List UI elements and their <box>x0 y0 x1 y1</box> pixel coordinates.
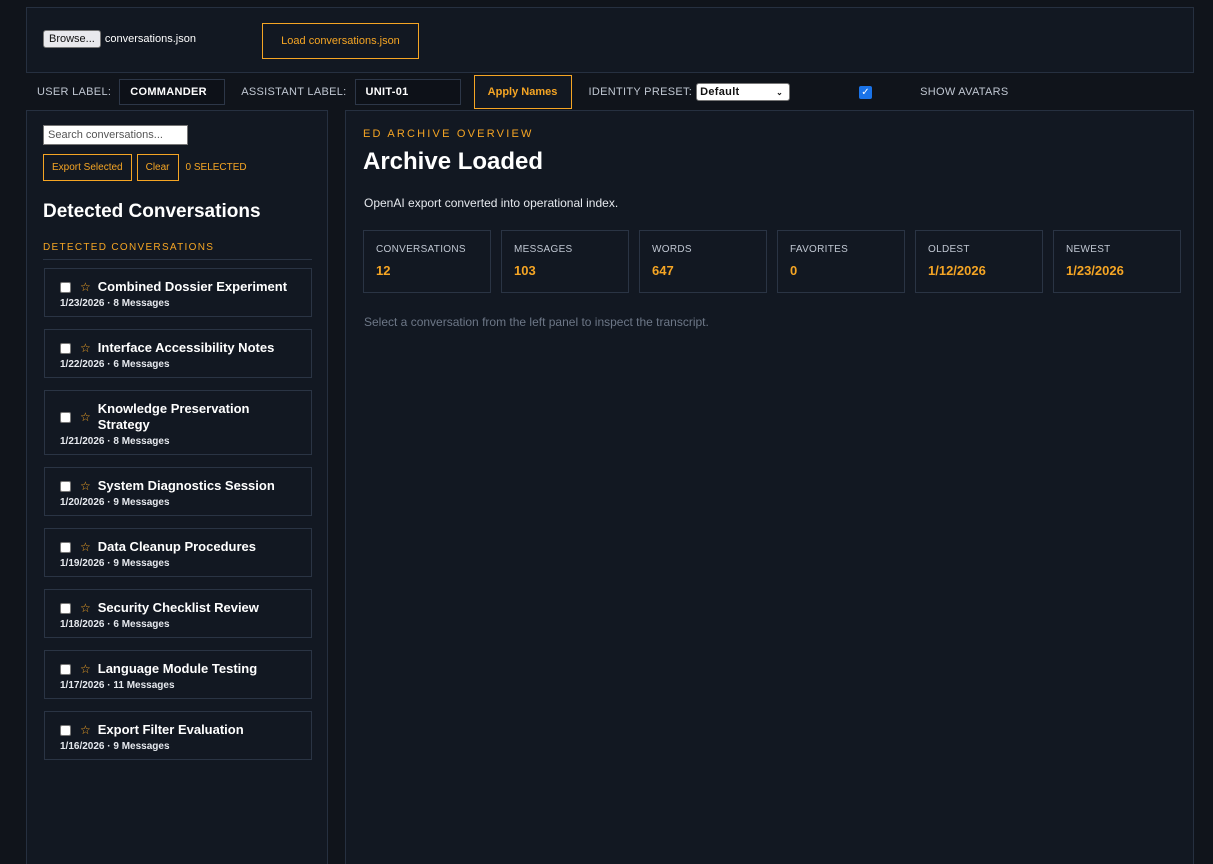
stat-card-newest: NEWEST 1/23/2026 <box>1053 230 1181 293</box>
file-bar: Browse... conversations.json Load conver… <box>26 7 1194 73</box>
stat-label: CONVERSATIONS <box>376 244 466 255</box>
stat-label: MESSAGES <box>514 244 573 255</box>
browse-button[interactable]: Browse... <box>43 30 101 48</box>
conversation-item[interactable]: ☆ Security Checklist Review 1/18/2026 · … <box>44 589 312 638</box>
conversation-item[interactable]: ☆ Language Module Testing 1/17/2026 · 11… <box>44 650 312 699</box>
select-checkbox[interactable] <box>60 411 71 423</box>
stat-label: OLDEST <box>928 244 970 255</box>
conversation-item[interactable]: ☆ Knowledge Preservation Strategy 1/21/2… <box>44 390 312 455</box>
identity-preset-caption: IDENTITY PRESET: <box>588 86 693 98</box>
file-picker[interactable]: Browse... conversations.json <box>43 30 196 48</box>
user-label-input[interactable]: COMMANDER <box>119 79 226 105</box>
stat-value: 0 <box>790 263 798 278</box>
star-icon[interactable]: ☆ <box>80 280 91 294</box>
assistant-label-input[interactable]: UNIT-01 <box>354 79 461 105</box>
select-checkbox[interactable] <box>60 602 71 614</box>
selected-file-name: conversations.json <box>104 33 196 45</box>
conversation-meta: 1/17/2026 · 11 Messages <box>60 680 175 691</box>
overview-description: OpenAI export converted into operational… <box>364 196 619 210</box>
conversation-title: Knowledge Preservation Strategy <box>97 401 250 432</box>
identity-toolbar: USER LABEL: COMMANDER ASSISTANT LABEL: U… <box>26 74 1194 110</box>
star-icon[interactable]: ☆ <box>80 662 91 676</box>
conversation-meta: 1/18/2026 · 6 Messages <box>60 619 170 630</box>
apply-names-button[interactable]: Apply Names <box>473 75 572 109</box>
stat-value: 647 <box>652 263 674 278</box>
sidebar-title: Detected Conversations <box>43 201 261 222</box>
conversation-meta: 1/22/2026 · 6 Messages <box>60 359 170 370</box>
star-icon[interactable]: ☆ <box>80 479 91 493</box>
archive-overview-panel: ED ARCHIVE OVERVIEW Archive Loaded OpenA… <box>345 110 1194 864</box>
star-icon[interactable]: ☆ <box>80 410 91 424</box>
conversation-title: Security Checklist Review <box>97 600 259 615</box>
stat-card-messages: MESSAGES 103 <box>501 230 629 293</box>
select-checkbox[interactable] <box>60 724 71 736</box>
stat-value: 1/12/2026 <box>928 263 986 278</box>
select-checkbox[interactable] <box>60 342 71 354</box>
sidebar-subtitle: DETECTED CONVERSATIONS <box>43 242 312 260</box>
conversation-title: Data Cleanup Procedures <box>97 539 256 554</box>
conversation-title: Combined Dossier Experiment <box>97 279 288 294</box>
conversation-item[interactable]: ☆ Export Filter Evaluation 1/16/2026 · 9… <box>44 711 312 760</box>
load-file-button[interactable]: Load conversations.json <box>262 23 419 59</box>
select-checkbox[interactable] <box>60 541 71 553</box>
stat-value: 1/23/2026 <box>1066 263 1124 278</box>
conversation-title: Export Filter Evaluation <box>97 722 244 737</box>
overview-eyebrow: ED ARCHIVE OVERVIEW <box>363 128 534 140</box>
stats-row: CONVERSATIONS 12 MESSAGES 103 WORDS 647 … <box>363 230 1181 293</box>
stat-card-words: WORDS 647 <box>639 230 767 293</box>
star-icon[interactable]: ☆ <box>80 341 91 355</box>
stat-card-favorites: FAVORITES 0 <box>777 230 905 293</box>
conversation-meta: 1/23/2026 · 8 Messages <box>60 298 170 309</box>
selected-count: 0 SELECTED <box>185 162 247 173</box>
conversation-item[interactable]: ☆ Combined Dossier Experiment 1/23/2026 … <box>44 268 312 317</box>
stat-card-oldest: OLDEST 1/12/2026 <box>915 230 1043 293</box>
stat-card-conversations: CONVERSATIONS 12 <box>363 230 491 293</box>
show-avatars-checkbox[interactable]: ✓ <box>859 85 873 99</box>
stat-label: FAVORITES <box>790 244 849 255</box>
select-checkbox[interactable] <box>60 663 71 675</box>
conversation-title: Interface Accessibility Notes <box>97 340 275 355</box>
conversation-title: Language Module Testing <box>97 661 258 676</box>
export-selected-button[interactable]: Export Selected <box>43 154 132 181</box>
conversation-item[interactable]: ☆ Interface Accessibility Notes 1/22/202… <box>44 329 312 378</box>
search-input[interactable] <box>43 125 188 145</box>
page-title: Archive Loaded <box>363 148 544 175</box>
star-icon[interactable]: ☆ <box>80 601 91 615</box>
conversation-meta: 1/19/2026 · 9 Messages <box>60 558 170 569</box>
conversation-meta: 1/21/2026 · 8 Messages <box>60 436 170 447</box>
select-checkbox[interactable] <box>60 480 71 492</box>
stat-value: 12 <box>376 263 391 278</box>
show-avatars-label: SHOW AVATARS <box>920 86 1009 98</box>
stat-value: 103 <box>514 263 536 278</box>
conversation-sidebar: Export Selected Clear 0 SELECTED Detecte… <box>26 110 328 864</box>
stat-label: NEWEST <box>1066 244 1111 255</box>
star-icon[interactable]: ☆ <box>80 723 91 737</box>
identity-preset-value: Default <box>700 86 740 98</box>
conversation-meta: 1/16/2026 · 9 Messages <box>60 741 170 752</box>
chevron-down-icon: ⌄ <box>776 87 784 97</box>
identity-preset-select[interactable]: Default ⌄ <box>696 83 791 101</box>
conversation-item[interactable]: ☆ System Diagnostics Session 1/20/2026 ·… <box>44 467 312 516</box>
star-icon[interactable]: ☆ <box>80 540 91 554</box>
conversation-title: System Diagnostics Session <box>97 478 275 493</box>
conversation-item[interactable]: ☆ Data Cleanup Procedures 1/19/2026 · 9 … <box>44 528 312 577</box>
conversation-list: ☆ Combined Dossier Experiment 1/23/2026 … <box>44 268 312 772</box>
select-checkbox[interactable] <box>60 281 71 293</box>
clear-selection-button[interactable]: Clear <box>136 154 179 181</box>
conversation-meta: 1/20/2026 · 9 Messages <box>60 497 170 508</box>
user-label-caption: USER LABEL: <box>37 86 112 98</box>
empty-state-hint: Select a conversation from the left pane… <box>364 315 709 329</box>
assistant-label-caption: ASSISTANT LABEL: <box>241 86 347 98</box>
selection-actions: Export Selected Clear 0 SELECTED <box>43 154 247 181</box>
stat-label: WORDS <box>652 244 692 255</box>
